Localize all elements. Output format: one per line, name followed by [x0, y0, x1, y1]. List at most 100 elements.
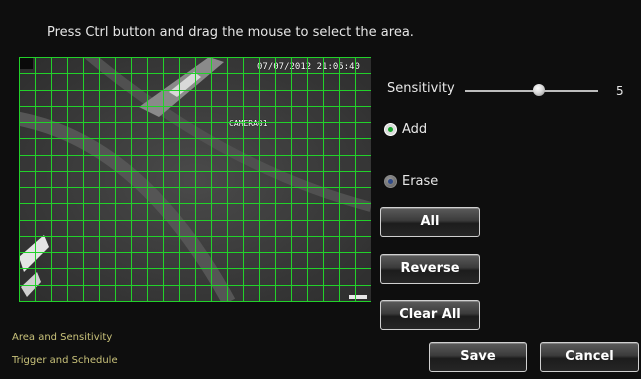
- grid-cell[interactable]: [340, 74, 356, 91]
- grid-cell[interactable]: [52, 58, 68, 75]
- grid-cell[interactable]: [228, 285, 244, 302]
- grid-cell[interactable]: [84, 139, 100, 156]
- grid-cell[interactable]: [228, 236, 244, 254]
- grid-cell[interactable]: [36, 139, 52, 156]
- grid-cell[interactable]: [68, 139, 84, 156]
- grid-cell[interactable]: [116, 155, 132, 172]
- grid-cell[interactable]: [36, 188, 52, 205]
- grid-cell[interactable]: [308, 236, 324, 254]
- grid-cell[interactable]: [356, 286, 371, 302]
- grid-cell[interactable]: [308, 220, 324, 237]
- grid-cell[interactable]: [308, 90, 324, 107]
- grid-cell[interactable]: [180, 253, 196, 270]
- grid-cell[interactable]: [324, 253, 340, 270]
- grid-cell[interactable]: [244, 269, 260, 286]
- grid-cell[interactable]: [228, 106, 244, 124]
- grid-cell[interactable]: [292, 236, 308, 254]
- grid-cell[interactable]: [212, 171, 228, 189]
- grid-cell[interactable]: [52, 204, 68, 221]
- grid-cell[interactable]: [20, 74, 36, 91]
- grid-cell[interactable]: [36, 236, 52, 254]
- sensitivity-slider-thumb[interactable]: [533, 84, 545, 96]
- grid-cell[interactable]: [148, 188, 164, 205]
- grid-cell[interactable]: [244, 253, 260, 270]
- grid-cell[interactable]: [276, 106, 292, 124]
- grid-cell[interactable]: [212, 188, 228, 205]
- grid-cell[interactable]: [276, 139, 292, 156]
- grid-cell[interactable]: [356, 204, 371, 221]
- grid-cell[interactable]: [36, 90, 52, 107]
- grid-cell[interactable]: [20, 155, 36, 172]
- grid-cell[interactable]: [244, 139, 260, 156]
- grid-cell[interactable]: [212, 253, 228, 270]
- grid-cell[interactable]: [132, 171, 148, 189]
- grid-cell[interactable]: [148, 155, 164, 172]
- grid-cell[interactable]: [276, 204, 292, 221]
- grid-cell[interactable]: [20, 236, 36, 254]
- grid-cell[interactable]: [196, 155, 212, 172]
- grid-cell[interactable]: [68, 123, 84, 140]
- grid-cell[interactable]: [212, 58, 228, 75]
- grid-cell[interactable]: [52, 236, 68, 254]
- grid-cell[interactable]: [20, 123, 36, 140]
- grid-cell[interactable]: [228, 90, 244, 107]
- grid-cell[interactable]: [116, 204, 132, 221]
- grid-cell[interactable]: [324, 106, 340, 124]
- grid-cell[interactable]: [292, 139, 308, 156]
- grid-cell[interactable]: [276, 74, 292, 91]
- grid-cell[interactable]: [260, 269, 276, 286]
- grid-cell[interactable]: [164, 123, 180, 140]
- grid-cell[interactable]: [68, 188, 84, 205]
- grid-cell[interactable]: [308, 58, 324, 75]
- grid-cell[interactable]: [132, 285, 148, 302]
- grid-cell[interactable]: [292, 253, 308, 270]
- grid-cell[interactable]: [148, 106, 164, 124]
- grid-cell[interactable]: [196, 90, 212, 107]
- grid-cell[interactable]: [84, 106, 100, 124]
- grid-cell[interactable]: [100, 74, 116, 91]
- grid-cell[interactable]: [180, 123, 196, 140]
- grid-cell[interactable]: [132, 236, 148, 254]
- grid-cell[interactable]: [116, 171, 132, 189]
- grid-cell[interactable]: [68, 236, 84, 254]
- grid-cell[interactable]: [164, 74, 180, 91]
- grid-cell[interactable]: [20, 90, 36, 107]
- grid-cell[interactable]: [164, 285, 180, 302]
- grid-cell[interactable]: [100, 204, 116, 221]
- grid-cell[interactable]: [276, 253, 292, 270]
- grid-cell[interactable]: [20, 106, 36, 124]
- grid-cell[interactable]: [164, 236, 180, 254]
- grid-cell[interactable]: [180, 171, 196, 189]
- grid-cell[interactable]: [212, 236, 228, 254]
- grid-cell[interactable]: [180, 269, 196, 286]
- grid-cell[interactable]: [196, 106, 212, 124]
- grid-cell[interactable]: [36, 269, 52, 286]
- grid-cell[interactable]: [276, 236, 292, 254]
- grid-cell[interactable]: [196, 285, 212, 302]
- grid-cell[interactable]: [292, 74, 308, 91]
- grid-cell[interactable]: [228, 171, 244, 189]
- grid-cell[interactable]: [100, 253, 116, 270]
- grid-cell[interactable]: [20, 171, 36, 189]
- grid-cell[interactable]: [20, 204, 36, 221]
- grid-cell[interactable]: [164, 106, 180, 124]
- grid-cell[interactable]: [68, 90, 84, 107]
- grid-cell[interactable]: [276, 171, 292, 189]
- grid-cell[interactable]: [68, 155, 84, 172]
- grid-cell[interactable]: [100, 106, 116, 124]
- grid-cell[interactable]: [52, 155, 68, 172]
- grid-cell[interactable]: [132, 58, 148, 75]
- grid-cell[interactable]: [292, 123, 308, 140]
- grid-cell[interactable]: [36, 285, 52, 302]
- grid-cell[interactable]: [244, 74, 260, 91]
- grid-cell[interactable]: [52, 253, 68, 270]
- grid-cell[interactable]: [100, 285, 116, 302]
- grid-cell[interactable]: [276, 220, 292, 237]
- grid-cell[interactable]: [100, 139, 116, 156]
- grid-cell[interactable]: [292, 220, 308, 237]
- grid-cell[interactable]: [100, 90, 116, 107]
- grid-cell[interactable]: [324, 204, 340, 221]
- grid-cell[interactable]: [100, 123, 116, 140]
- tab-trigger-and-schedule[interactable]: Trigger and Schedule: [12, 355, 118, 366]
- grid-cell[interactable]: [180, 90, 196, 107]
